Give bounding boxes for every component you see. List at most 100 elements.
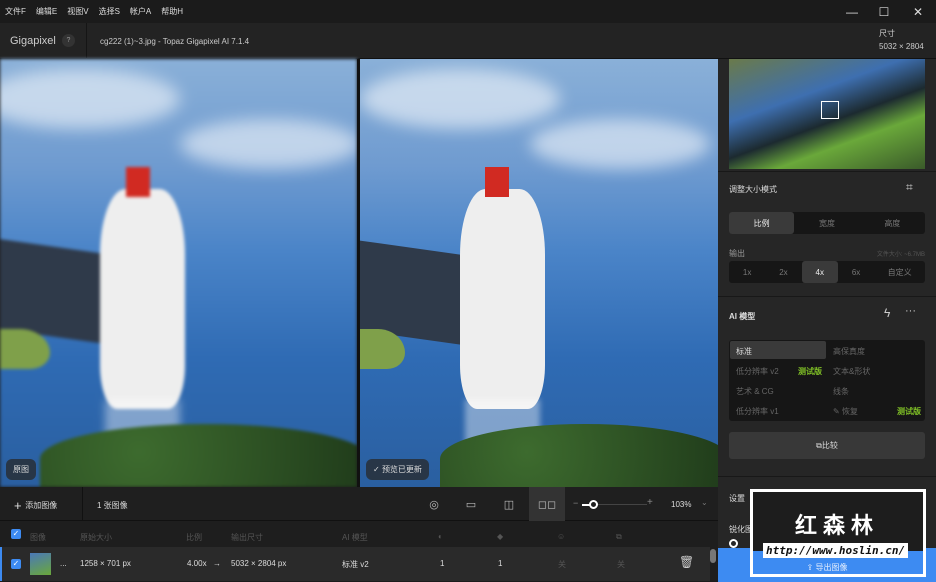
scale-value: 4.00x xyxy=(187,559,207,568)
more-options-icon[interactable]: ··· xyxy=(905,305,916,317)
scale-6x[interactable]: 6x xyxy=(838,261,874,283)
settings-title: 设置 xyxy=(729,494,745,503)
resize-section: 调整大小模式 ⌗ 比例 宽度 高度 输出 文件大小: ~6.7MB 1x 2x … xyxy=(718,171,936,296)
image-thumbnail xyxy=(30,553,51,575)
color-icon: ⧉ xyxy=(616,532,622,541)
drop-icon: ◆ xyxy=(497,532,504,541)
bottom-toolbar: + 添加图像 1 张图像 ◎ ▭ ◫ ◻◻ − + 103% ⌄ xyxy=(0,487,718,521)
mode-width[interactable]: 宽度 xyxy=(794,212,859,234)
color-value: 关 xyxy=(617,560,625,569)
model-high-fidelity[interactable]: 高保真度 xyxy=(833,346,865,357)
viewport-box[interactable] xyxy=(821,101,839,119)
model-recovery[interactable]: ✎ 恢复 xyxy=(833,406,858,417)
menu-file[interactable]: 文件F xyxy=(0,6,31,17)
watermark-url: http://www.hoslin.cn/ xyxy=(763,543,909,558)
check-circle-icon: ✓ xyxy=(373,465,382,474)
export-label: 导出图像 xyxy=(815,562,848,572)
mode-height[interactable]: 高度 xyxy=(860,212,925,234)
arrow-icon: → xyxy=(213,559,221,568)
chevron-down-icon[interactable]: ⌄ xyxy=(701,498,708,507)
scale-2x[interactable]: 2x xyxy=(765,261,801,283)
beta-badge: 测试版 xyxy=(798,367,822,376)
sharpen-value-cell: 1 xyxy=(498,559,503,568)
beta-badge: 测试版 xyxy=(897,407,921,416)
recovery-icon: ✎ xyxy=(833,407,842,416)
header-ai-model: AI 模型 xyxy=(342,533,368,542)
menu-view[interactable]: 视图V xyxy=(62,6,93,17)
model-low-res-v1[interactable]: 低分辨率 v1 xyxy=(736,406,779,417)
zoom-slider-thumb[interactable] xyxy=(589,500,598,509)
navigator-thumbnail[interactable] xyxy=(729,59,925,169)
lightning-icon[interactable]: ϟ xyxy=(884,306,890,320)
file-title: cg222 (1)~3.jpg - Topaz Gigapixel AI 7.1… xyxy=(100,37,250,46)
app-name: Gigapixel xyxy=(10,35,56,47)
ai-model-section: AI 模型 ϟ ··· 标准 高保真度 低分辨率 v2 测试版 文本&形状 艺术… xyxy=(718,296,936,476)
denoise-value: 1 xyxy=(440,559,445,568)
export-label-group: ⇪ 导出图像 xyxy=(807,562,848,573)
header-scale: 比例 xyxy=(186,533,202,542)
export-icon: ⇪ xyxy=(806,562,816,572)
zoom-level[interactable]: 103% xyxy=(671,500,691,509)
menu-edit[interactable]: 编辑E xyxy=(31,6,62,17)
model-label: 标准 xyxy=(736,347,752,356)
plus-icon: + xyxy=(14,498,26,513)
header-output-size: 输出尺寸 xyxy=(231,533,263,542)
output-size: 5032 × 2804 px xyxy=(231,559,287,568)
crop-icon[interactable]: ⌗ xyxy=(906,180,913,195)
select-all-checkbox[interactable]: ✓ xyxy=(11,529,21,539)
model-value: 标准 v2 xyxy=(342,560,369,569)
model-grid: 标准 高保真度 低分辨率 v2 测试版 文本&形状 艺术 & CG 线条 低分辨… xyxy=(729,340,925,421)
ai-model-title: AI 模型 xyxy=(729,312,756,321)
sharpen-slider[interactable] xyxy=(729,539,738,548)
divider xyxy=(82,487,83,521)
preview-updated-text: 预览已更新 xyxy=(381,465,422,474)
model-text-shapes[interactable]: 文本&形状 xyxy=(833,366,870,377)
output-label: 输出 xyxy=(729,249,745,258)
scale-custom[interactable]: 自定义 xyxy=(874,261,925,283)
enhanced-preview[interactable] xyxy=(360,59,718,487)
face-icon: ☺ xyxy=(557,532,566,541)
original-label: 原图 xyxy=(6,459,36,480)
zoom-out-button[interactable]: − xyxy=(573,498,578,508)
resize-mode-toggle: 比例 宽度 高度 xyxy=(729,212,925,234)
image-count: 1 张图像 xyxy=(97,501,128,510)
mode-scale[interactable]: 比例 xyxy=(729,212,795,234)
menu-account[interactable]: 帐户A xyxy=(125,6,156,17)
model-label: 恢复 xyxy=(841,407,858,416)
minimize-button[interactable]: — xyxy=(836,0,868,23)
single-view-icon[interactable]: ▭ xyxy=(453,487,489,521)
model-standard[interactable]: 标准 xyxy=(730,341,826,359)
menu-help[interactable]: 帮助H xyxy=(156,6,188,17)
size-value: 5032 × 2804 xyxy=(879,42,924,51)
original-size: 1258 × 701 px xyxy=(80,559,131,568)
trash-icon[interactable]: 🗑 xyxy=(679,555,694,569)
face-recovery-value: 关 xyxy=(558,560,566,569)
model-lines[interactable]: 线条 xyxy=(833,386,849,397)
file-size: 文件大小: ~6.7MB xyxy=(876,252,925,258)
close-button[interactable]: ✕ xyxy=(902,0,934,23)
maximize-button[interactable]: ☐ xyxy=(868,0,900,23)
add-image-label: 添加图像 xyxy=(25,501,58,510)
scale-4x[interactable]: 4x xyxy=(801,261,838,283)
menu-select[interactable]: 选择S xyxy=(94,6,125,17)
scale-1x[interactable]: 1x xyxy=(729,261,765,283)
add-image-button[interactable]: + 添加图像 xyxy=(14,498,57,513)
resize-title: 调整大小模式 xyxy=(729,185,777,194)
header-original-size: 原始大小 xyxy=(80,533,112,542)
help-icon[interactable]: ? xyxy=(62,34,75,47)
scale-selector: 1x 2x 4x 6x 自定义 xyxy=(729,261,925,283)
header-image: 图像 xyxy=(30,533,46,542)
model-low-res-v2[interactable]: 低分辨率 v2 xyxy=(736,366,779,377)
side-by-side-icon[interactable]: ◻◻ xyxy=(529,487,565,521)
image-queue-panel: + 添加图像 1 张图像 ◎ ▭ ◫ ◻◻ − + 103% ⌄ ✓ 图像 原始… xyxy=(0,487,718,581)
split-view-icon[interactable]: ◫ xyxy=(491,487,527,521)
zoom-in-button[interactable]: + xyxy=(647,497,653,508)
compare-button[interactable]: ⧉ 比较 xyxy=(729,432,925,459)
original-preview[interactable] xyxy=(0,59,357,487)
scrollbar[interactable] xyxy=(710,549,716,563)
size-label: 尺寸 xyxy=(879,29,895,38)
row-checkbox[interactable]: ✓ xyxy=(11,559,21,569)
model-art-cg[interactable]: 艺术 & CG xyxy=(736,386,774,397)
camera-icon[interactable]: ◎ xyxy=(416,487,452,521)
title-bar: Gigapixel ? cg222 (1)~3.jpg - Topaz Giga… xyxy=(0,23,936,59)
